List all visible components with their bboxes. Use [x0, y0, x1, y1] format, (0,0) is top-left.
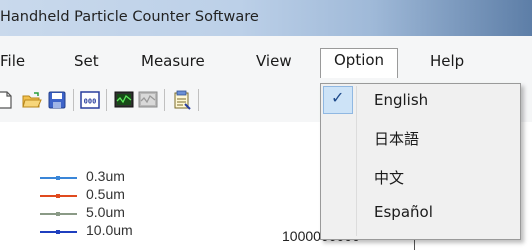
menu-help[interactable]: Help	[430, 52, 464, 70]
monitor-disabled-icon[interactable]	[138, 90, 158, 110]
menu-item-chinese[interactable]: 中文	[374, 167, 404, 188]
legend-label: 5.0um	[86, 204, 125, 220]
svg-text:000: 000	[84, 98, 97, 106]
counter-display-icon[interactable]: 000	[80, 90, 100, 110]
checkmark-icon: ✓	[331, 88, 345, 107]
menu-gutter-divider	[356, 86, 357, 236]
menu-file[interactable]: File	[0, 52, 25, 70]
legend-marker	[56, 194, 60, 198]
toolbar-separator	[164, 89, 165, 111]
menu-item-spanish[interactable]: Español	[374, 203, 433, 221]
toolbar-separator	[73, 89, 74, 111]
legend-label: 0.3um	[86, 168, 125, 184]
menu-option-label: Option	[334, 51, 385, 69]
new-file-icon[interactable]	[0, 90, 14, 110]
legend-label: 0.5um	[86, 186, 125, 202]
open-folder-icon[interactable]	[22, 90, 42, 110]
save-icon[interactable]	[47, 90, 67, 110]
legend-label: 10.0um	[86, 222, 133, 238]
report-icon[interactable]	[172, 90, 192, 110]
legend-marker	[56, 230, 60, 234]
menu-measure[interactable]: Measure	[141, 52, 205, 70]
title-bar: Handheld Particle Counter Software	[0, 0, 532, 36]
toolbar-separator	[106, 89, 107, 111]
menu-set[interactable]: Set	[74, 52, 99, 70]
toolbar-separator	[198, 89, 199, 111]
menu-view[interactable]: View	[256, 52, 292, 70]
legend-marker	[56, 176, 60, 180]
monitor-icon[interactable]	[114, 90, 134, 110]
menu-item-japanese[interactable]: 日本語	[374, 128, 419, 149]
window-title: Handheld Particle Counter Software	[0, 9, 259, 25]
legend-marker	[56, 212, 60, 216]
menu-item-english[interactable]: English	[374, 91, 428, 109]
